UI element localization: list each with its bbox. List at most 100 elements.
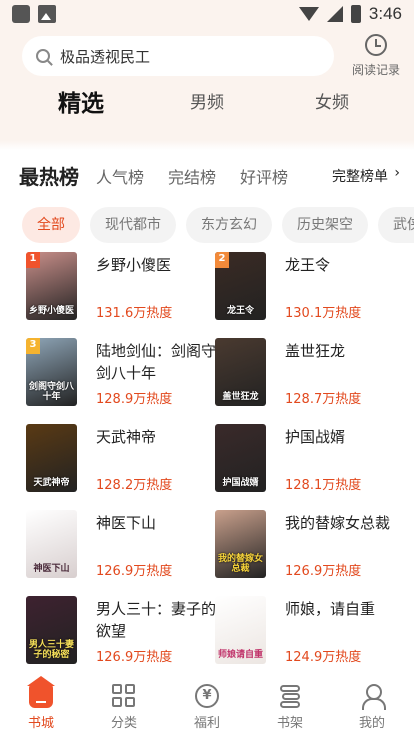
book-title: 我的替嫁女总裁 (285, 514, 391, 532)
clock-icon (365, 34, 387, 56)
book-item[interactable]: 2 龙王令 龙王令 130.1万热度 (215, 252, 405, 328)
cover-title: 剑阁守剑八十年 (28, 382, 74, 402)
book-title: 乡野小傻医 (96, 256, 172, 274)
nav-bookshelf[interactable]: 书架 (260, 684, 320, 731)
nav-profile-label: 我的 (358, 716, 385, 731)
full-ranking-link[interactable]: 完整榜单 (332, 166, 388, 186)
search-input[interactable]: 极品透视民工 (60, 46, 150, 67)
tab-female[interactable]: 女频 (315, 88, 349, 113)
book-item[interactable]: 护国战婿 护国战婿 128.1万热度 (215, 424, 405, 500)
tab-top-rated[interactable]: 好评榜 (240, 164, 288, 188)
book-heat: 130.1万热度 (285, 306, 362, 321)
cover-title: 师娘请自重 (217, 650, 263, 660)
chip-wuxia[interactable]: 武侠 (378, 207, 414, 243)
image-notification-icon (38, 5, 56, 23)
nav-profile[interactable]: 我的 (342, 684, 402, 731)
grid-icon (112, 684, 136, 708)
book-ranking-grid: 1 乡野小傻医 乡野小傻医 131.6万热度 2 龙王令 龙王令 130.1万热… (0, 250, 414, 670)
book-item[interactable]: 盖世狂龙 盖世狂龙 128.7万热度 (215, 338, 405, 414)
chip-urban[interactable]: 现代都市 (90, 207, 176, 243)
reading-history-button[interactable]: 阅读记录 (346, 34, 406, 78)
book-title: 神医下山 (96, 514, 157, 532)
book-item[interactable]: 男人三十妻子的秘密 男人三十：妻子的欲望 126.9万热度 (26, 596, 216, 670)
book-item[interactable]: 师娘请自重 师娘，请自重 124.9万热度 (215, 596, 405, 670)
nav-category-label: 分类 (110, 716, 137, 731)
search-icon (36, 49, 50, 63)
channel-tabs: 精选 男频 女频 (0, 88, 414, 128)
chip-history[interactable]: 历史架空 (282, 207, 368, 243)
book-cover: 护国战婿 (215, 424, 266, 492)
book-title: 龙王令 (285, 256, 331, 274)
cover-title: 龙王令 (226, 306, 254, 316)
status-right: 3:46 (298, 4, 402, 24)
battery-icon (350, 5, 361, 23)
book-title: 男人三十：妻子的欲望 (96, 600, 217, 640)
book-cover: 1 乡野小傻医 (26, 252, 77, 320)
nav-welfare-label: 福利 (193, 716, 220, 731)
yen-icon: ¥ (195, 684, 219, 708)
nav-bookstore[interactable]: 书城 (11, 676, 71, 731)
tab-hottest[interactable]: 最热榜 (19, 161, 79, 190)
book-title: 盖世狂龙 (285, 342, 346, 360)
book-heat: 128.2万热度 (96, 478, 173, 493)
book-cover: 我的替嫁女总裁 (215, 510, 266, 578)
cover-title: 天武神帝 (33, 478, 70, 488)
nav-bookstore-label: 书城 (27, 716, 54, 731)
tab-finished[interactable]: 完结榜 (168, 164, 216, 188)
book-cover: 男人三十妻子的秘密 (26, 596, 77, 664)
tab-male[interactable]: 男频 (190, 88, 224, 113)
cover-title: 乡野小傻医 (28, 306, 74, 316)
nav-category[interactable]: 分类 (94, 684, 154, 731)
book-cover: 师娘请自重 (215, 596, 266, 664)
book-heat: 128.7万热度 (285, 392, 362, 407)
tab-featured[interactable]: 精选 (58, 84, 104, 118)
bookshelf-icon (278, 684, 302, 708)
book-title: 护国战婿 (285, 428, 346, 446)
cover-title: 护国战婿 (222, 478, 259, 488)
book-item[interactable]: 我的替嫁女总裁 我的替嫁女总裁 126.9万热度 (215, 510, 405, 586)
tab-popular[interactable]: 人气榜 (96, 164, 144, 188)
book-item[interactable]: 天武神帝 天武神帝 128.2万热度 (26, 424, 216, 500)
book-item[interactable]: 1 乡野小傻医 乡野小傻医 131.6万热度 (26, 252, 216, 328)
book-heat: 131.6万热度 (96, 306, 173, 321)
book-heat: 124.9万热度 (285, 650, 362, 665)
bottom-nav: 书城 分类 ¥ 福利 书架 我的 (0, 676, 414, 736)
user-icon (360, 684, 386, 710)
nav-bookshelf-label: 书架 (276, 716, 303, 731)
book-heat: 126.9万热度 (285, 564, 362, 579)
reading-history-label: 阅读记录 (351, 63, 400, 77)
book-cover: 神医下山 (26, 510, 77, 578)
ranking-tabs: 最热榜 人气榜 完结榜 好评榜 完整榜单 › (0, 160, 414, 192)
cover-title: 神医下山 (33, 564, 70, 574)
rank-badge: 1 (26, 252, 40, 268)
status-time: 3:46 (368, 4, 402, 23)
cover-title: 男人三十妻子的秘密 (28, 640, 74, 660)
book-title: 天武神帝 (96, 428, 157, 446)
book-item[interactable]: 3 剑阁守剑八十年 陆地剑仙：剑阁守剑八十年 128.9万热度 (26, 338, 216, 414)
app-root: 3:46 极品透视民工 阅读记录 精选 男频 女频 最热榜 人气榜 完结榜 好评… (0, 0, 414, 736)
chevron-right-icon: › (394, 165, 400, 181)
status-left (12, 5, 56, 23)
cover-title: 我的替嫁女总裁 (217, 554, 263, 574)
book-heat: 128.1万热度 (285, 478, 362, 493)
signal-icon (326, 6, 343, 22)
book-cover: 3 剑阁守剑八十年 (26, 338, 77, 406)
book-cover: 2 龙王令 (215, 252, 266, 320)
nav-welfare[interactable]: ¥ 福利 (177, 684, 237, 731)
book-title: 陆地剑仙：剑阁守剑八十年 (96, 342, 217, 382)
rank-badge: 2 (215, 252, 229, 268)
category-chips: 全部现代都市东方玄幻历史架空武侠 (22, 207, 414, 243)
status-bar: 3:46 (0, 0, 414, 30)
book-cover: 盖世狂龙 (215, 338, 266, 406)
book-heat: 126.9万热度 (96, 564, 173, 579)
chip-fantasy[interactable]: 东方玄幻 (186, 207, 272, 243)
search-bar[interactable]: 极品透视民工 (22, 36, 334, 76)
cover-title: 盖世狂龙 (222, 392, 259, 402)
chip-all[interactable]: 全部 (22, 207, 80, 243)
book-item[interactable]: 神医下山 神医下山 126.9万热度 (26, 510, 216, 586)
book-heat: 126.9万热度 (96, 650, 173, 665)
book-cover: 天武神帝 (26, 424, 77, 492)
book-title: 师娘，请自重 (285, 600, 376, 618)
book-heat: 128.9万热度 (96, 392, 173, 407)
rank-badge: 3 (26, 338, 40, 354)
